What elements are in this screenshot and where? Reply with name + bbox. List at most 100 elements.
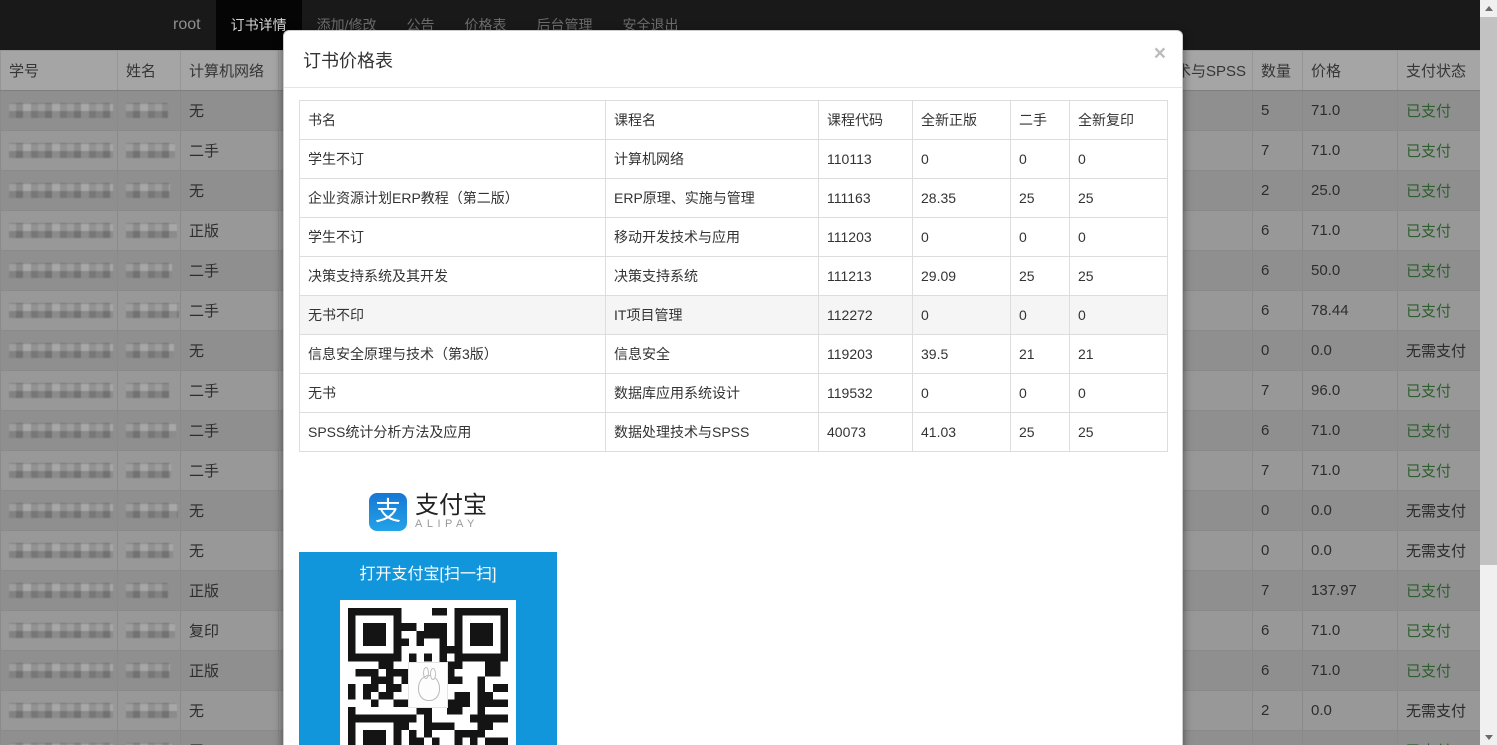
price-table-header-row: 书名课程名课程代码全新正版二手全新复印 <box>300 101 1168 140</box>
modal-title: 订书价格表 <box>303 47 1166 73</box>
alipay-logo: 支 支付宝 ALIPAY <box>299 492 557 532</box>
price-row: 无书数据库应用系统设计119532000 <box>300 374 1168 413</box>
price-cell: 学生不订 <box>300 218 606 257</box>
student-cell: 6 <box>1253 211 1303 251</box>
students-column-header: 学号 <box>1 51 118 91</box>
student-cell: 71.0 <box>1303 731 1398 745</box>
student-cell <box>118 611 181 651</box>
price-cell: 119203 <box>819 335 913 374</box>
alipay-logo-icon: 支 <box>369 493 407 531</box>
redacted-student-id <box>9 343 113 358</box>
redacted-student-id <box>9 263 113 278</box>
student-cell: 71.0 <box>1303 451 1398 491</box>
redacted-student-id <box>9 223 113 238</box>
redacted-student-id <box>9 623 113 638</box>
student-cell: 71.0 <box>1303 651 1398 691</box>
redacted-student-id <box>9 103 113 118</box>
payment-status: 已支付 <box>1398 251 1484 291</box>
student-cell: 二手 <box>181 371 279 411</box>
redacted-student-name <box>126 223 177 238</box>
price-column-header: 课程名 <box>606 101 819 140</box>
price-cell: 40073 <box>819 413 913 452</box>
price-cell: 无书不印 <box>300 296 606 335</box>
payment-status: 已支付 <box>1398 611 1484 651</box>
price-cell: 25 <box>1011 257 1070 296</box>
scrollbar-down-arrow-icon[interactable] <box>1480 728 1497 745</box>
redacted-student-name <box>126 263 172 278</box>
modal-close-button[interactable]: × <box>1154 43 1166 64</box>
student-cell: 7 <box>1253 571 1303 611</box>
student-cell <box>1 131 118 171</box>
student-cell: 6 <box>1253 291 1303 331</box>
students-column-header: 支付状态 <box>1398 51 1484 91</box>
price-cell: 计算机网络 <box>606 140 819 179</box>
price-cell: 28.35 <box>913 179 1011 218</box>
student-cell <box>118 451 181 491</box>
payment-status: 已支付 <box>1398 371 1484 411</box>
payment-status: 已支付 <box>1398 131 1484 171</box>
price-cell: 0 <box>1070 218 1168 257</box>
student-cell: 无 <box>181 691 279 731</box>
price-cell: 决策支持系统 <box>606 257 819 296</box>
student-cell: 6 <box>1253 411 1303 451</box>
alipay-brand-cn: 支付宝 <box>415 493 487 518</box>
student-cell <box>118 491 181 531</box>
alipay-qr-section: 打开支付宝[扫一扫] <box>299 552 557 745</box>
payment-status: 已支付 <box>1398 651 1484 691</box>
students-column-header: 价格 <box>1303 51 1398 91</box>
student-cell <box>118 331 181 371</box>
redacted-student-name <box>126 423 176 438</box>
price-cell: 25 <box>1070 413 1168 452</box>
redacted-student-name <box>126 103 168 118</box>
price-cell: 企业资源计划ERP教程（第二版） <box>300 179 606 218</box>
student-cell <box>1 451 118 491</box>
student-cell <box>1 491 118 531</box>
student-cell: 50.0 <box>1303 251 1398 291</box>
price-cell: 0 <box>913 218 1011 257</box>
payment-status: 已支付 <box>1398 451 1484 491</box>
student-cell: 5 <box>1253 731 1303 745</box>
price-cell: 25 <box>1070 179 1168 218</box>
student-cell: 2 <box>1253 171 1303 211</box>
scrollbar-thumb[interactable] <box>1480 17 1497 565</box>
student-cell: 0.0 <box>1303 531 1398 571</box>
student-cell <box>118 251 181 291</box>
price-column-header: 课程代码 <box>819 101 913 140</box>
redacted-student-id <box>9 303 113 318</box>
price-cell: 0 <box>1011 296 1070 335</box>
redacted-student-name <box>126 383 169 398</box>
student-cell <box>1 91 118 131</box>
price-row: 企业资源计划ERP教程（第二版）ERP原理、实施与管理11116328.3525… <box>300 179 1168 218</box>
price-cell: 0 <box>1070 140 1168 179</box>
price-row: SPSS统计分析方法及应用数据处理技术与SPSS4007341.032525 <box>300 413 1168 452</box>
student-cell: 二手 <box>181 451 279 491</box>
student-cell: 6 <box>1253 251 1303 291</box>
student-cell <box>1 251 118 291</box>
payment-status: 无需支付 <box>1398 491 1484 531</box>
scrollbar-up-arrow-icon[interactable] <box>1480 0 1497 17</box>
alipay-scan-text: 打开支付宝[扫一扫] <box>299 565 557 584</box>
price-cell: 0 <box>1070 374 1168 413</box>
redacted-student-id <box>9 503 113 518</box>
student-cell: 0 <box>1253 331 1303 371</box>
price-cell: 决策支持系统及其开发 <box>300 257 606 296</box>
student-cell <box>1 291 118 331</box>
student-cell: 正版 <box>181 211 279 251</box>
price-cell: 信息安全 <box>606 335 819 374</box>
student-cell <box>118 91 181 131</box>
student-cell <box>1 731 118 745</box>
nav-brand[interactable]: root <box>158 0 216 50</box>
student-cell: 二手 <box>181 411 279 451</box>
student-cell: 0.0 <box>1303 491 1398 531</box>
price-cell: 信息安全原理与技术（第3版） <box>300 335 606 374</box>
price-cell: 无书 <box>300 374 606 413</box>
student-cell: 2 <box>1253 691 1303 731</box>
alipay-qr-panel <box>340 600 516 745</box>
redacted-student-name <box>126 663 170 678</box>
student-cell: 7 <box>1253 451 1303 491</box>
redacted-student-id <box>9 543 113 558</box>
student-cell <box>118 571 181 611</box>
redacted-student-id <box>9 583 113 598</box>
student-cell: 25.0 <box>1303 171 1398 211</box>
student-cell <box>1 171 118 211</box>
